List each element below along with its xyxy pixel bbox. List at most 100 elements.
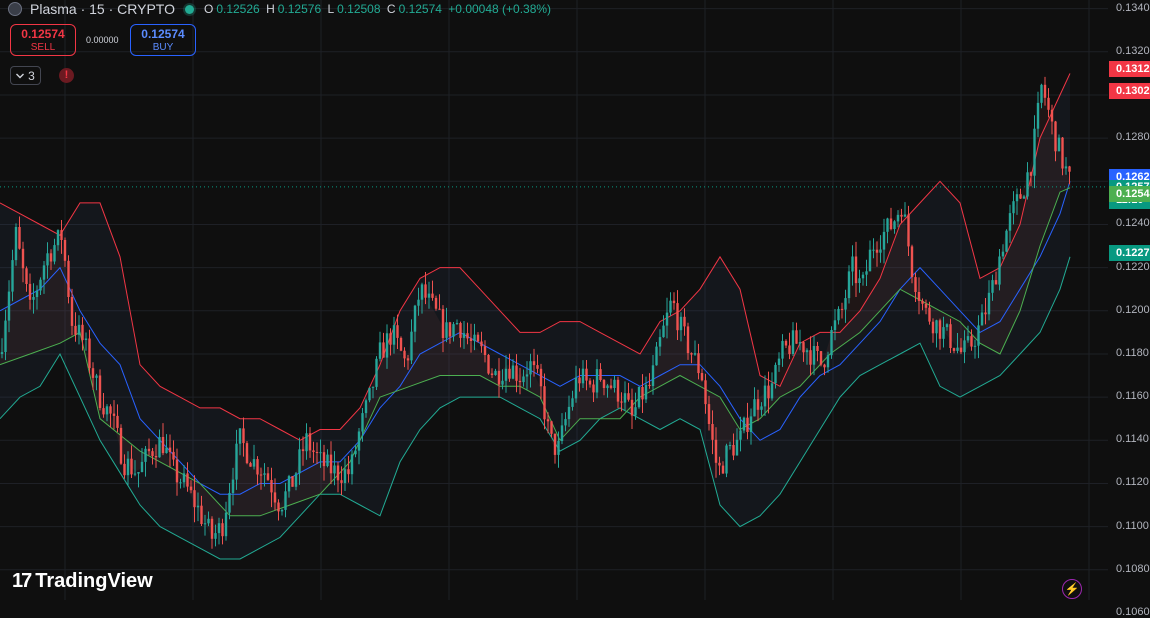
candle-body <box>910 246 914 277</box>
candle-body <box>462 333 466 338</box>
candle-body <box>375 358 378 387</box>
price-axis-label: 0.1227 <box>1109 244 1150 261</box>
candle-body <box>676 303 679 331</box>
candle-body <box>147 448 151 452</box>
candle-body <box>357 431 361 451</box>
candle-body <box>270 480 273 493</box>
candle-body <box>749 416 753 432</box>
candle-body <box>893 221 896 229</box>
candle-body <box>42 265 46 280</box>
candle-body <box>952 348 956 351</box>
candle-body <box>1040 84 1043 103</box>
indicator-collapse-button[interactable]: 3 <box>10 66 41 85</box>
candle-body <box>294 473 298 487</box>
candle-body <box>690 353 693 355</box>
candle-body <box>280 510 284 512</box>
lightning-icon[interactable]: ⚡ <box>1062 579 1082 599</box>
candle-body <box>560 425 564 441</box>
candle-body <box>46 253 49 266</box>
candle-body <box>501 380 504 385</box>
candle-body <box>70 297 74 326</box>
candle-body <box>424 284 427 298</box>
candle-body <box>581 368 585 384</box>
candle-body <box>182 473 186 483</box>
candle-body <box>305 433 308 452</box>
candle-body <box>417 299 420 306</box>
candle-body <box>592 384 595 393</box>
candle-body <box>739 430 742 440</box>
candle-body <box>630 399 634 416</box>
candle-body <box>987 292 991 315</box>
candle-body <box>525 374 529 377</box>
candle-body <box>781 340 784 359</box>
tradingview-logo[interactable]: 17 TradingView <box>12 570 153 593</box>
candle-body <box>511 365 515 379</box>
candle-body <box>214 533 217 539</box>
candle-body <box>249 463 252 467</box>
price-chart[interactable] <box>0 0 1150 600</box>
sell-button[interactable]: 0.12574 SELL <box>10 24 76 56</box>
candle-body <box>924 303 928 308</box>
candle-body <box>648 384 651 386</box>
candle-body <box>606 385 609 389</box>
candle-body <box>259 474 263 476</box>
candle-body <box>602 379 606 388</box>
candle-body <box>11 260 14 292</box>
price-axis-label-value: 0.1254 <box>1116 188 1150 201</box>
candle-body <box>931 321 935 334</box>
candle-body <box>658 337 662 347</box>
candle-body <box>795 330 798 344</box>
candle-body <box>798 342 802 344</box>
candle-body <box>207 518 210 524</box>
candle-body <box>179 482 182 484</box>
candle-body <box>168 447 172 452</box>
candle-body <box>959 347 963 353</box>
price-axis-tick: 0.1280 <box>1116 131 1150 144</box>
candle-body <box>361 413 364 432</box>
warning-icon[interactable]: ! <box>59 68 74 83</box>
candle-body <box>91 368 95 378</box>
price-axis-label: 0.1312 <box>1109 61 1150 78</box>
candle-body <box>487 355 490 374</box>
candle-body <box>221 523 224 537</box>
candle-body <box>613 379 616 388</box>
candle-body <box>186 473 189 487</box>
candle-body <box>1026 172 1029 197</box>
candle-body <box>574 377 578 399</box>
spread-value: 0.00000 <box>86 35 119 45</box>
buy-button[interactable]: 0.12574 BUY <box>130 24 196 56</box>
candle-body <box>1061 137 1064 169</box>
candle-body <box>599 369 602 380</box>
price-axis-tick: 0.1220 <box>1116 260 1150 273</box>
candle-body <box>851 256 854 272</box>
candle-body <box>571 398 574 407</box>
candle-body <box>620 401 623 403</box>
candle-body <box>672 300 676 304</box>
candle-body <box>767 385 770 399</box>
candle-body <box>32 297 35 300</box>
candle-body <box>410 331 413 361</box>
candle-body <box>550 421 553 434</box>
market-status-icon <box>184 4 194 14</box>
candle-body <box>539 368 543 387</box>
candle-body <box>434 297 438 309</box>
candle-body <box>490 373 494 375</box>
candle-body <box>322 452 326 467</box>
candle-body <box>497 370 501 385</box>
symbol-title[interactable]: Plasma · 15 · CRYPTO <box>30 1 175 17</box>
candle-body <box>371 386 375 388</box>
candle-body <box>504 368 508 381</box>
candle-body <box>494 370 497 375</box>
candle-body <box>588 380 592 385</box>
candle-body <box>669 300 672 313</box>
candle-body <box>1050 109 1054 122</box>
candle-body <box>203 523 207 525</box>
candle-body <box>942 327 945 339</box>
candle-body <box>809 350 812 365</box>
candle-body <box>553 433 557 455</box>
candle-body <box>679 316 683 331</box>
candle-body <box>340 480 343 483</box>
candle-body <box>805 350 809 353</box>
candle-body <box>406 358 410 361</box>
ohlc-change: +0.00048 (+0.38%) <box>448 2 552 16</box>
